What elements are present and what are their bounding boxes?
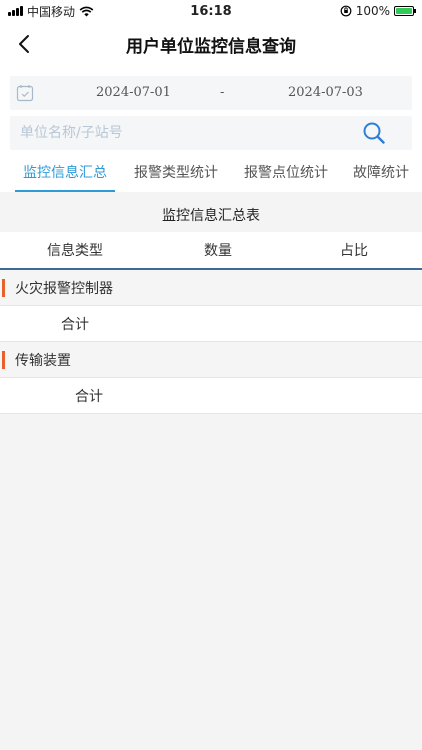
status-right: 100% (340, 4, 416, 18)
signal-icon (8, 6, 23, 16)
back-button[interactable] (10, 30, 38, 58)
group-marker (2, 278, 5, 297)
wifi-icon (79, 6, 94, 16)
header-ratio: 占比 (340, 243, 368, 259)
group-fire-alarm-controller: 火灾报警控制器 (0, 270, 422, 306)
status-bar: 中国移动 16:18 100% (0, 0, 422, 22)
search-input[interactable] (10, 117, 342, 149)
group-transmission-device: 传输装置 (0, 342, 422, 378)
tab-alarm-point-stats[interactable]: 报警点位统计 (244, 162, 328, 190)
carrier-label: 中国移动 (27, 4, 76, 19)
start-date[interactable]: 2024-07-01 (96, 85, 171, 100)
table-row: 合计 (0, 378, 422, 414)
status-left: 中国移动 (8, 3, 94, 20)
total-label: 合计 (75, 388, 103, 405)
date-separator: - (220, 85, 225, 100)
calendar-icon (16, 85, 34, 102)
summary-table: 信息类型 数量 占比 火灾报警控制器 合计 传输装置 合计 (0, 232, 422, 414)
tab-bar: 监控信息汇总 报警类型统计 报警点位统计 故障统计 (10, 150, 412, 192)
filter-panel: 2024-07-01 - 2024-07-03 监控信息汇总 报警类型统计 报警… (0, 66, 422, 192)
nav-header: 用户单位监控信息查询 (0, 22, 422, 66)
battery-percent: 100% (355, 4, 390, 18)
table-row: 合计 (0, 306, 422, 342)
status-time: 16:18 (190, 3, 232, 19)
group-name: 火灾报警控制器 (15, 280, 113, 297)
battery-icon (394, 6, 416, 16)
search-bar (10, 116, 412, 150)
group-marker (2, 350, 5, 369)
header-info-type: 信息类型 (47, 243, 103, 259)
page-title: 用户单位监控信息查询 (126, 36, 296, 57)
table-title: 监控信息汇总表 (0, 198, 422, 232)
date-range-picker[interactable]: 2024-07-01 - 2024-07-03 (10, 76, 412, 110)
group-name: 传输装置 (15, 352, 71, 369)
orientation-lock-icon (340, 5, 352, 17)
tab-alarm-type-stats[interactable]: 报警类型统计 (134, 162, 218, 190)
total-label: 合计 (61, 316, 89, 333)
tab-fault-stats[interactable]: 故障统计 (353, 162, 409, 190)
tab-monitor-summary[interactable]: 监控信息汇总 (15, 162, 115, 192)
header-count: 数量 (204, 243, 232, 259)
search-icon[interactable] (362, 121, 386, 145)
table-header: 信息类型 数量 占比 (0, 232, 422, 270)
chevron-left-icon (19, 35, 29, 53)
end-date[interactable]: 2024-07-03 (288, 85, 363, 100)
